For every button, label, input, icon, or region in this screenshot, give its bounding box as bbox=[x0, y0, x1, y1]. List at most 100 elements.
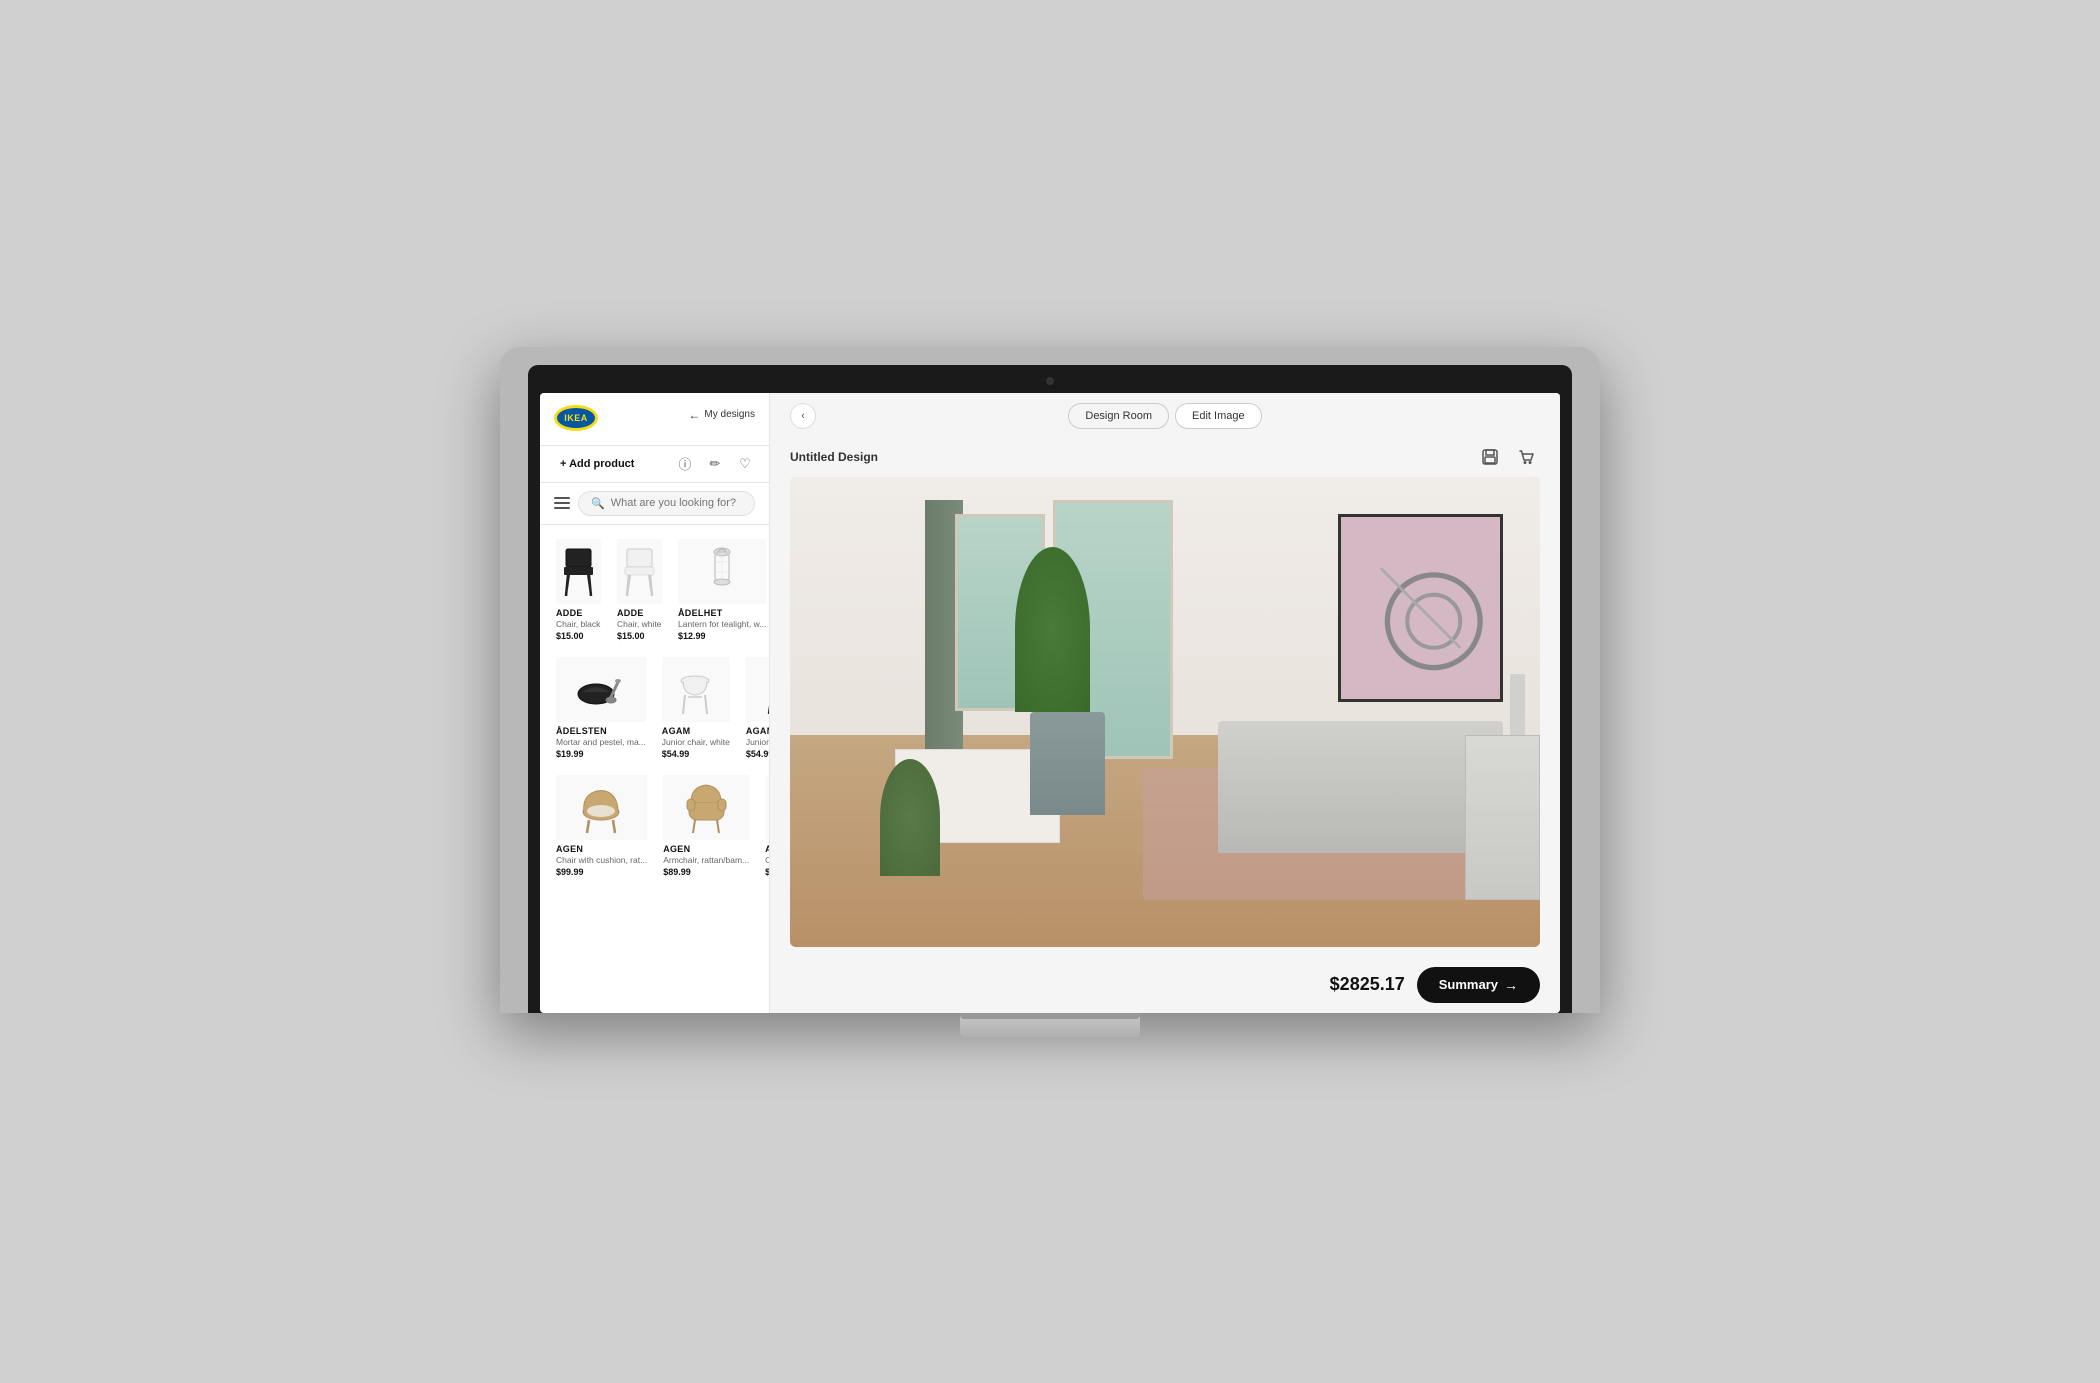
tab-group: Design Room Edit Image bbox=[1068, 403, 1261, 429]
product-name-6: AGAM bbox=[746, 726, 769, 736]
product-price-3: $12.99 bbox=[678, 631, 766, 641]
product-price-2: $15.00 bbox=[617, 631, 662, 641]
product-price-6: $54.99 bbox=[746, 749, 769, 759]
product-price-1: $15.00 bbox=[556, 631, 601, 641]
product-image-adelsten bbox=[556, 657, 646, 722]
collapse-sidebar-button[interactable]: ‹ bbox=[790, 403, 816, 429]
product-desc-5: Junior chair, white bbox=[662, 737, 730, 747]
room-background bbox=[790, 477, 1540, 947]
add-product-label: + Add product bbox=[560, 458, 634, 470]
gray-chair bbox=[1030, 712, 1105, 815]
tab-design-room[interactable]: Design Room bbox=[1068, 403, 1169, 429]
product-price-4: $19.99 bbox=[556, 749, 646, 759]
room-canvas bbox=[790, 477, 1540, 947]
search-input[interactable] bbox=[611, 497, 742, 509]
product-price-9: $329.00 bbox=[765, 867, 769, 877]
product-image-adelhet bbox=[678, 539, 766, 604]
search-row: 🔍 bbox=[540, 483, 769, 525]
back-arrow-icon: ← bbox=[688, 408, 700, 422]
main-header: ‹ Design Room Edit Image bbox=[770, 393, 1560, 439]
save-icon-btn[interactable] bbox=[1476, 443, 1504, 471]
bottom-bar: $2825.17 Summary → bbox=[770, 957, 1560, 1013]
product-card-adde-white[interactable]: ADDE Chair, white $15.00 bbox=[613, 535, 666, 645]
laptop-shell: IKEA ← My designs bbox=[500, 347, 1600, 1013]
products-row-3: AGEN Chair with cushion, rat... $99.99 bbox=[552, 771, 757, 881]
sidebar: IKEA ← My designs bbox=[540, 393, 770, 1013]
add-product-button[interactable]: + Add product bbox=[554, 454, 640, 474]
products-row-2: ÅDELSTEN Mortar and pestel, ma... $19.99 bbox=[552, 653, 757, 763]
product-desc-7: Chair with cushion, rat... bbox=[556, 855, 647, 865]
product-name-8: AGEN bbox=[663, 844, 749, 854]
product-image-agam-white bbox=[662, 657, 730, 722]
product-name-9: ALEFJÄLL bbox=[765, 844, 769, 854]
design-title: Untitled Design bbox=[790, 450, 878, 464]
plant-left bbox=[880, 759, 940, 877]
product-name-5: AGAM bbox=[662, 726, 730, 736]
screen-bezel: IKEA ← My designs bbox=[528, 365, 1572, 1013]
save-icon bbox=[1481, 448, 1499, 466]
products-row-1: ADDE Chair, black $15.00 bbox=[552, 535, 757, 645]
canvas-area: Untitled Design bbox=[770, 439, 1560, 957]
toolbar-icons: ⓘ ✏ ♡ bbox=[675, 454, 755, 474]
product-image-agam-black bbox=[746, 657, 769, 722]
product-image-alefj bbox=[765, 775, 769, 840]
product-name-7: AGEN bbox=[556, 844, 647, 854]
product-desc-3: Lantern for tealight, w... bbox=[678, 619, 766, 629]
sidebar-header: IKEA ← My designs bbox=[540, 393, 769, 446]
product-card-adde-black[interactable]: ADDE Chair, black $15.00 bbox=[552, 535, 605, 645]
summary-arrow-icon: → bbox=[1504, 977, 1518, 993]
product-card-alefj[interactable]: ALEFJÄLL Office chair, Glose black $329.… bbox=[761, 771, 769, 881]
product-desc-9: Office chair, Glose black bbox=[765, 855, 769, 865]
product-grid: ADDE Chair, black $15.00 bbox=[540, 525, 769, 1013]
product-image-agen-cushion bbox=[556, 775, 647, 840]
app-container: IKEA ← My designs bbox=[540, 393, 1560, 1013]
product-image-agen-armchair bbox=[663, 775, 749, 840]
cabinet-right bbox=[1465, 735, 1540, 900]
product-card-agen-cushion[interactable]: AGEN Chair with cushion, rat... $99.99 bbox=[552, 771, 651, 881]
product-desc-1: Chair, black bbox=[556, 619, 601, 629]
product-desc-4: Mortar and pestel, ma... bbox=[556, 737, 646, 747]
product-desc-6: Junior chair, black bbox=[746, 737, 769, 747]
back-nav-label: My designs bbox=[704, 409, 755, 420]
search-box[interactable]: 🔍 bbox=[578, 491, 755, 516]
product-name-4: ÅDELSTEN bbox=[556, 726, 646, 736]
product-name-1: ADDE bbox=[556, 608, 601, 618]
product-card-agen-armchair[interactable]: AGEN Armchair, rattan/bam... $89.99 bbox=[659, 771, 753, 881]
product-name-3: ÅDELHET bbox=[678, 608, 766, 618]
info-icon[interactable]: ⓘ bbox=[675, 454, 695, 474]
main-area: ‹ Design Room Edit Image Untitled Design bbox=[770, 393, 1560, 1013]
toolbar-row: + Add product ⓘ ✏ ♡ bbox=[540, 446, 769, 483]
artwork bbox=[1338, 514, 1503, 702]
product-desc-8: Armchair, rattan/bam... bbox=[663, 855, 749, 865]
product-card-adelhet[interactable]: ÅDELHET Lantern for tealight, w... $12.9… bbox=[674, 535, 769, 645]
heart-icon[interactable]: ♡ bbox=[735, 454, 755, 474]
ikea-logo-text: IKEA bbox=[564, 413, 588, 423]
sofa bbox=[1218, 721, 1503, 853]
laptop-screen: IKEA ← My designs bbox=[540, 393, 1560, 1013]
ikea-logo: IKEA bbox=[554, 405, 598, 431]
product-image-adde-black bbox=[556, 539, 601, 604]
product-card-agam-white[interactable]: AGAM Junior chair, white $54.99 bbox=[658, 653, 734, 763]
edit-pencil-icon[interactable]: ✏ bbox=[705, 454, 725, 474]
summary-button[interactable]: Summary → bbox=[1417, 967, 1540, 1003]
hamburger-icon[interactable] bbox=[554, 497, 570, 509]
cart-icon bbox=[1517, 448, 1535, 466]
camera bbox=[1046, 377, 1054, 385]
product-name-2: ADDE bbox=[617, 608, 662, 618]
product-price-5: $54.99 bbox=[662, 749, 730, 759]
search-icon: 🔍 bbox=[591, 497, 605, 510]
summary-label: Summary bbox=[1439, 977, 1498, 992]
product-desc-2: Chair, white bbox=[617, 619, 662, 629]
product-price-8: $89.99 bbox=[663, 867, 749, 877]
plant-right bbox=[1015, 547, 1090, 712]
product-image-adde-white bbox=[617, 539, 662, 604]
design-title-row: Untitled Design bbox=[790, 439, 1540, 477]
product-card-agam-black[interactable]: AGAM Junior chair, black $54.99 bbox=[742, 653, 769, 763]
product-card-adelsten[interactable]: ÅDELSTEN Mortar and pestel, ma... $19.99 bbox=[552, 653, 650, 763]
canvas-actions bbox=[1476, 443, 1540, 471]
tab-edit-image[interactable]: Edit Image bbox=[1175, 403, 1262, 429]
total-price: $2825.17 bbox=[1330, 974, 1405, 995]
back-nav[interactable]: ← My designs bbox=[688, 408, 755, 422]
cart-icon-btn[interactable] bbox=[1512, 443, 1540, 471]
laptop-base bbox=[960, 1013, 1140, 1037]
